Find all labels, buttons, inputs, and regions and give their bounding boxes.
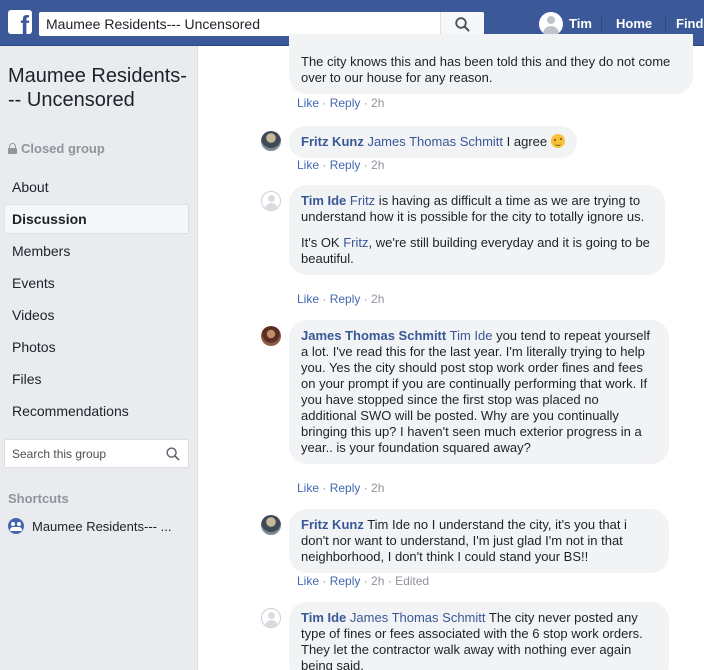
shortcuts-heading: Shortcuts — [8, 491, 69, 506]
comment-timestamp[interactable]: 2h — [371, 574, 384, 588]
avatar[interactable] — [261, 515, 281, 535]
like-link[interactable]: Like — [297, 292, 319, 306]
avatar-icon — [539, 12, 563, 36]
reply-link[interactable]: Reply — [330, 574, 361, 588]
like-link[interactable]: Like — [297, 574, 319, 588]
comment-mention[interactable]: James Thomas Schmitt — [367, 134, 503, 149]
smile-emoji-icon — [550, 134, 565, 148]
comment-text: you tend to repeat yourself a lot. I've … — [301, 328, 651, 455]
comment-actions: Like · Reply · 2h · Edited — [297, 574, 430, 588]
group-privacy-label: Closed group — [8, 141, 105, 156]
nav-user-name: Tim — [569, 16, 592, 31]
comment-text: I agree — [503, 134, 551, 149]
comment-bubble: James Thomas Schmitt Tim Ide you tend to… — [289, 320, 669, 464]
group-search-input[interactable]: Search this group — [4, 439, 189, 468]
reply-link[interactable]: Reply — [330, 96, 361, 110]
reply-link[interactable]: Reply — [330, 292, 361, 306]
comment-timestamp[interactable]: 2h — [371, 481, 384, 495]
nav-find-friends-link[interactable]: Find — [676, 16, 703, 31]
search-input-value: Maumee Residents--- Uncensored — [46, 16, 260, 32]
lock-icon — [8, 143, 17, 154]
avatar[interactable] — [261, 131, 281, 151]
comment-author[interactable]: James Thomas Schmitt — [301, 328, 446, 343]
nav-divider — [665, 16, 666, 32]
group-sidebar: Maumee Residents--- Uncensored Closed gr… — [0, 46, 198, 670]
like-link[interactable]: Like — [297, 96, 319, 110]
comment-mention[interactable]: Fritz — [343, 235, 368, 250]
avatar[interactable] — [261, 326, 281, 346]
comment-text: It's OK — [301, 235, 344, 250]
comment-actions: Like · Reply · 2h — [297, 96, 385, 110]
reply-link[interactable]: Reply — [330, 481, 361, 495]
sidebar-item-files[interactable]: Files — [4, 364, 189, 394]
comment-bubble: Fritz Kunz James Thomas Schmitt I agree — [289, 126, 577, 158]
comment-actions: Like · Reply · 2h — [297, 292, 385, 306]
comment-mention[interactable]: Fritz — [350, 193, 375, 208]
sidebar-item-discussion[interactable]: Discussion — [4, 204, 189, 234]
shortcut-item-group[interactable]: Maumee Residents--- ... — [8, 517, 193, 535]
search-icon — [455, 17, 470, 32]
search-button[interactable] — [440, 12, 484, 36]
sidebar-item-videos[interactable]: Videos — [4, 300, 189, 330]
like-link[interactable]: Like — [297, 158, 319, 172]
global-search-input[interactable]: Maumee Residents--- Uncensored — [39, 12, 484, 36]
group-icon — [8, 518, 24, 534]
comment-actions: Like · Reply · 2h — [297, 158, 385, 172]
sidebar-item-events[interactable]: Events — [4, 268, 189, 298]
avatar[interactable] — [261, 191, 281, 211]
sidebar-item-members[interactable]: Members — [4, 236, 189, 266]
comment-bubble: Tim Ide Fritz is having as difficult a t… — [289, 185, 665, 275]
like-link[interactable]: Like — [297, 481, 319, 495]
comment-timestamp[interactable]: 2h — [371, 158, 384, 172]
comment-author[interactable]: Fritz Kunz — [301, 517, 364, 532]
shortcut-label: Maumee Residents--- ... — [32, 519, 172, 534]
edited-label[interactable]: Edited — [395, 574, 429, 588]
search-icon[interactable] — [166, 447, 180, 461]
group-search-placeholder: Search this group — [12, 447, 107, 461]
group-nav: About Discussion Members Events Videos P… — [4, 172, 189, 428]
avatar[interactable] — [261, 608, 281, 628]
comment-mention[interactable]: James Thomas Schmitt — [350, 610, 486, 625]
sidebar-item-photos[interactable]: Photos — [4, 332, 189, 362]
comment-author[interactable]: Tim Ide — [301, 193, 346, 208]
facebook-logo-icon[interactable]: f — [8, 10, 32, 34]
nav-divider — [601, 16, 602, 32]
comment-author[interactable]: Fritz Kunz — [301, 134, 364, 149]
comment-author[interactable]: Tim Ide — [301, 610, 346, 625]
comment-timestamp[interactable]: 2h — [371, 96, 384, 110]
comment-actions: Like · Reply · 2h — [297, 481, 385, 495]
comment-timestamp[interactable]: 2h — [371, 292, 384, 306]
reply-link[interactable]: Reply — [330, 158, 361, 172]
sidebar-item-recommendations[interactable]: Recommendations — [4, 396, 189, 426]
group-title[interactable]: Maumee Residents--- Uncensored — [8, 64, 188, 112]
comment-mention[interactable]: Tim Ide — [450, 328, 493, 343]
comment-bubble: Fritz Kunz Tim Ide no I understand the c… — [289, 509, 669, 573]
nav-home-link[interactable]: Home — [616, 16, 652, 31]
comment-bubble: Tim Ide James Thomas Schmitt The city ne… — [289, 602, 669, 670]
comment-text: The city knows this and has been told th… — [301, 54, 671, 85]
sidebar-item-about[interactable]: About — [4, 172, 189, 202]
comment-bubble: The city knows this and has been told th… — [289, 34, 693, 94]
